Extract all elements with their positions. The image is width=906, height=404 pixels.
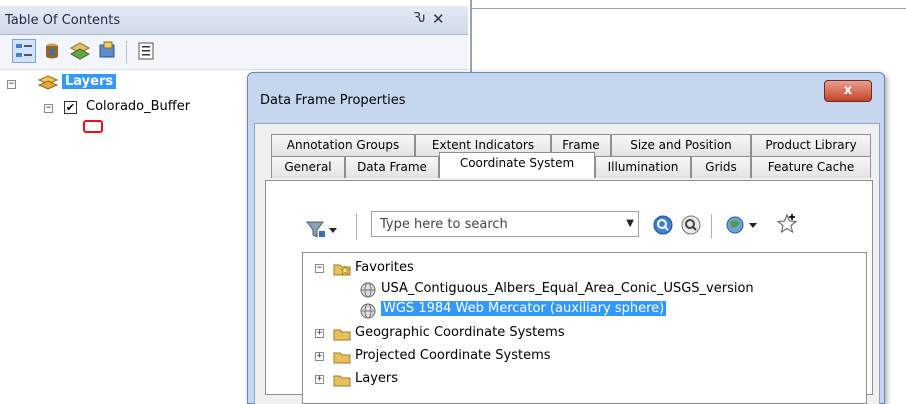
toc-title: Table Of Contents	[5, 13, 121, 28]
list-by-visibility-button[interactable]	[68, 39, 92, 63]
favorite-item-usa-albers[interactable]: USA_Contiguous_Albers_Equal_Area_Conic_U…	[381, 281, 754, 296]
folder-icon	[333, 329, 351, 341]
layer-name-label[interactable]: Colorado_Buffer	[86, 99, 190, 114]
layer-visibility-checkbox[interactable]: ✔	[64, 101, 77, 114]
folder-icon	[333, 375, 351, 387]
tab-feature-cache[interactable]: Feature Cache	[751, 156, 871, 178]
tab-data-frame[interactable]: Data Frame	[345, 156, 439, 178]
tab-size-and-position[interactable]: Size and Position	[611, 134, 751, 156]
list-options-icon	[138, 42, 154, 60]
dialog-title: Data Frame Properties	[260, 93, 406, 108]
layers-folder-expander[interactable]: +	[315, 375, 324, 384]
filter-icon	[306, 221, 337, 238]
favorites-folder-icon	[333, 264, 351, 276]
toolbar-separator	[711, 214, 712, 238]
tab-illumination[interactable]: Illumination	[595, 156, 691, 178]
selection-icon	[99, 41, 115, 58]
add-coordinate-system-icon[interactable]	[725, 214, 765, 236]
tab-grids[interactable]: Grids	[691, 156, 751, 178]
tab-product-library[interactable]: Product Library	[751, 134, 871, 156]
tab-coordinate-system[interactable]: Coordinate System	[439, 152, 595, 178]
filter-dropdown-button[interactable]	[305, 219, 337, 239]
toolbar-separator	[356, 214, 357, 240]
favorite-item-wgs84-web-mercator-selected[interactable]: WGS 1984 Web Mercator (auxiliary sphere)	[381, 301, 667, 316]
globe-icon	[360, 303, 376, 319]
globe-icon	[360, 282, 376, 298]
layers-expander[interactable]: −	[7, 80, 16, 89]
folder-icon	[333, 352, 351, 364]
tab-annotation-groups[interactable]: Annotation Groups	[271, 134, 415, 156]
database-icon	[46, 43, 58, 59]
search-input[interactable]	[372, 212, 628, 236]
list-by-selection-button[interactable]	[96, 39, 120, 63]
layers-icon	[38, 75, 58, 90]
tab-general[interactable]: General	[271, 156, 345, 178]
toc-toolbar	[0, 35, 468, 70]
layers-stack-icon	[69, 42, 91, 60]
dialog-close-button[interactable]: x	[824, 80, 872, 102]
close-icon[interactable]: ✕	[432, 10, 445, 28]
list-by-drawing-order-button[interactable]	[12, 39, 36, 63]
favorites-expander[interactable]: −	[315, 264, 324, 273]
options-button[interactable]	[134, 39, 158, 63]
search-icon[interactable]	[652, 214, 674, 236]
list-by-source-button[interactable]	[40, 39, 64, 63]
clear-search-icon[interactable]	[680, 214, 702, 236]
favorites-label[interactable]: Favorites	[355, 260, 414, 275]
geographic-expander[interactable]: +	[315, 329, 324, 338]
toolbar-separator	[126, 41, 127, 63]
colorado-buffer-expander[interactable]: −	[44, 104, 53, 113]
add-to-favorites-icon[interactable]	[775, 212, 799, 236]
layer-symbol-swatch[interactable]	[83, 120, 103, 133]
folder-projected-coordinate-systems[interactable]: Projected Coordinate Systems	[355, 348, 551, 363]
chevron-down-icon[interactable]: ▼	[626, 218, 634, 229]
projected-expander[interactable]: +	[315, 352, 324, 361]
search-box: ▼	[371, 211, 639, 237]
drawing-order-icon	[16, 44, 32, 57]
folder-geographic-coordinate-systems[interactable]: Geographic Coordinate Systems	[355, 325, 565, 340]
folder-layers[interactable]: Layers	[355, 371, 398, 386]
pin-icon[interactable]: Ԅ	[413, 11, 426, 26]
coordinate-system-tree: − Favorites USA_Contiguous_Albers_Equal_…	[302, 252, 867, 404]
layers-label[interactable]: Layers	[62, 74, 117, 89]
